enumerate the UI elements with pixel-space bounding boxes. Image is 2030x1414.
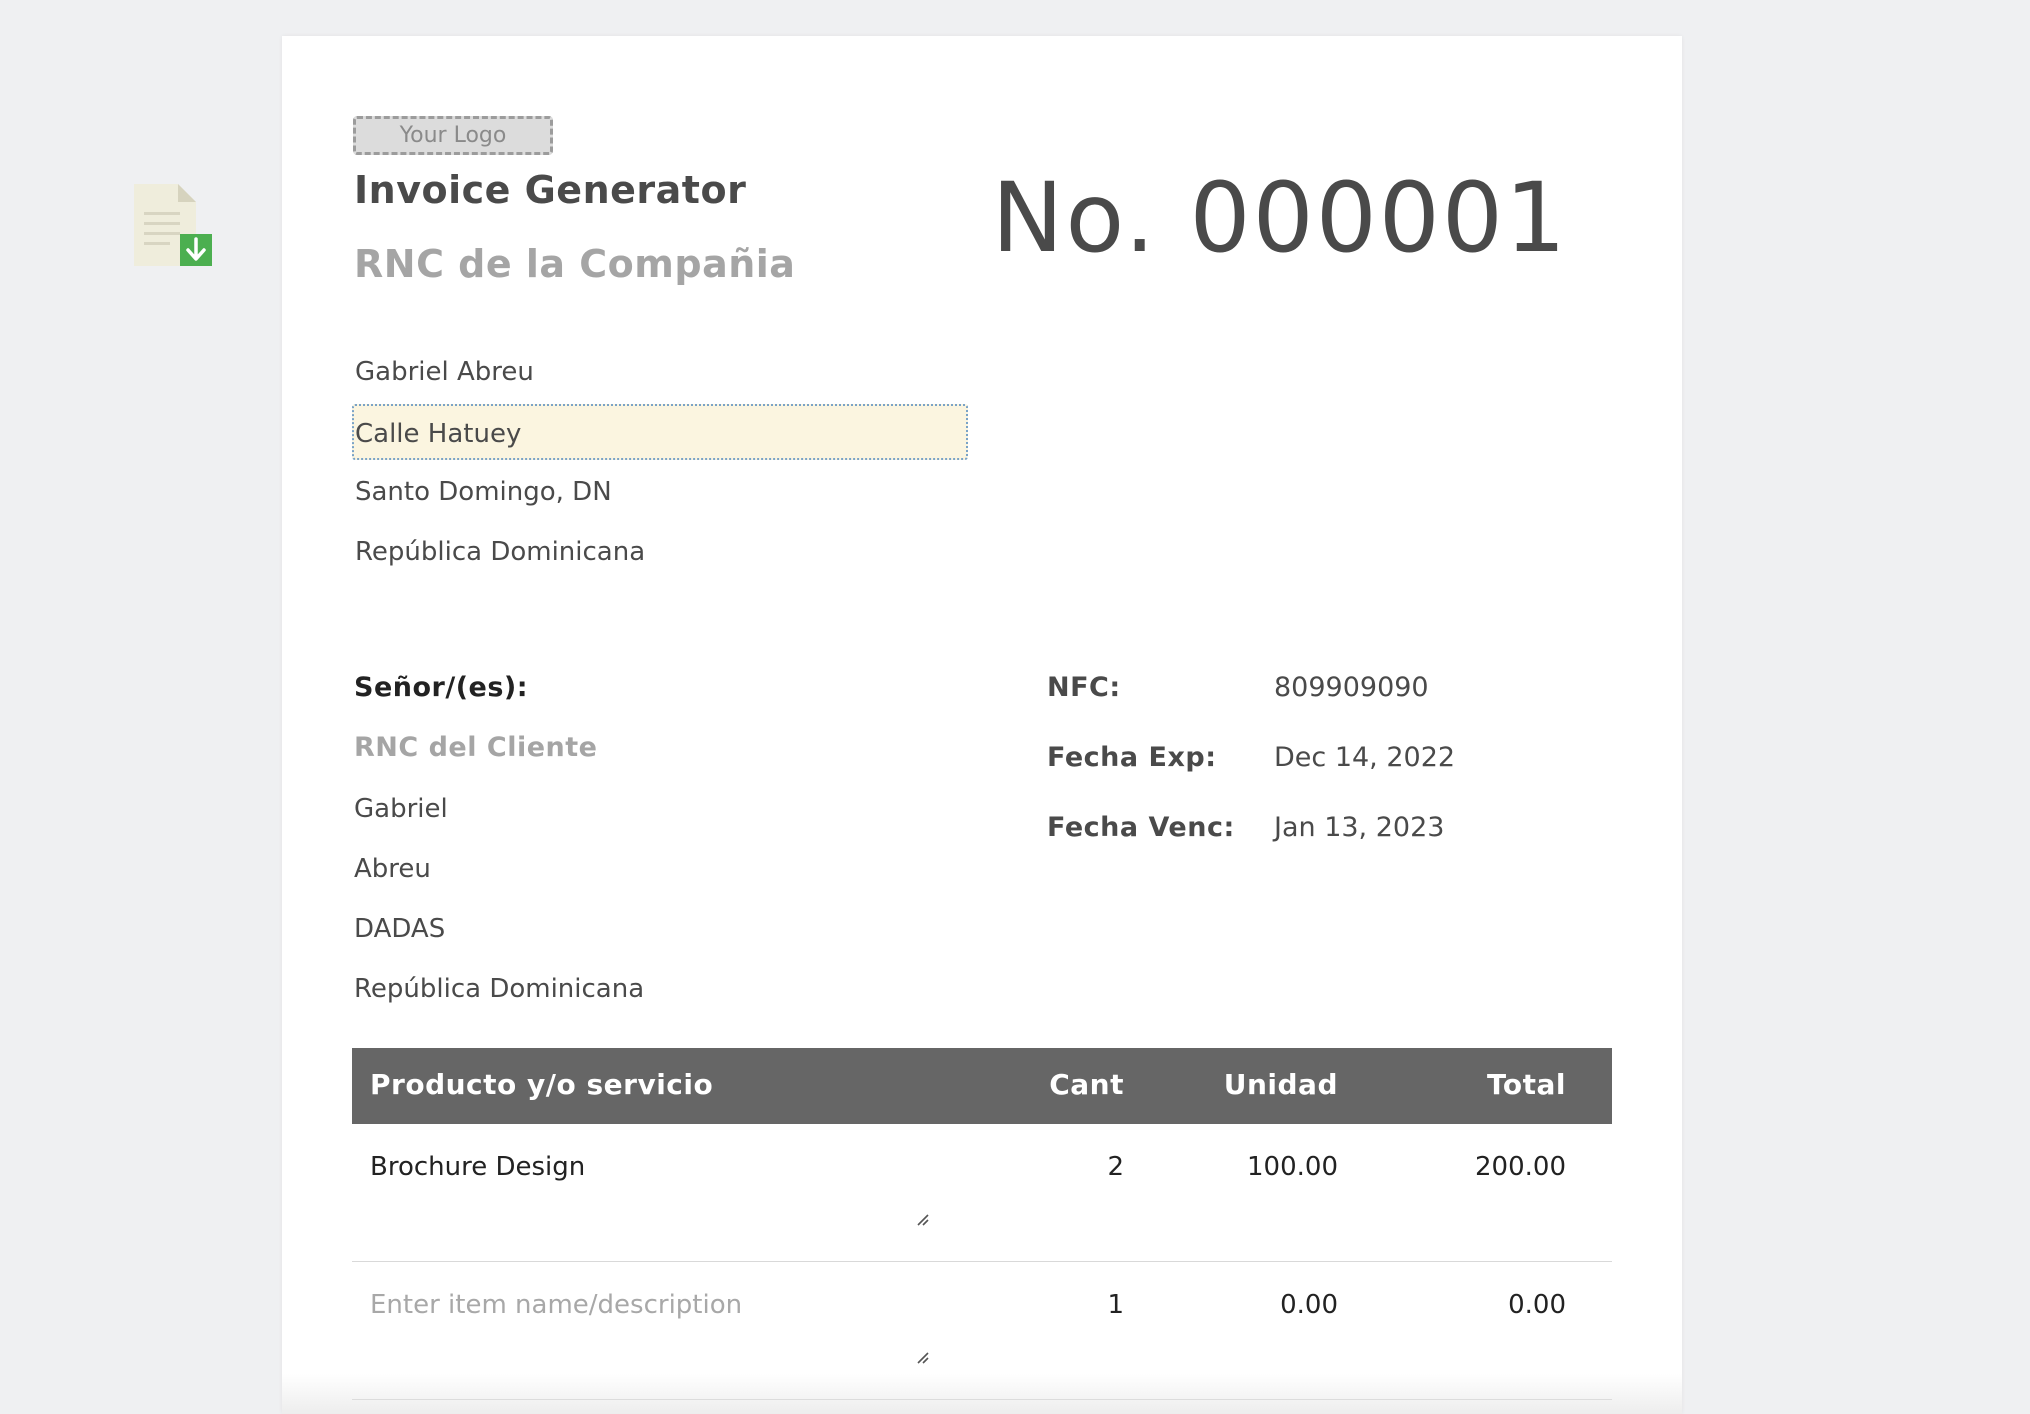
item-total: 200.00	[1475, 1152, 1566, 1182]
invoice-number[interactable]: No. 000001	[992, 162, 1568, 274]
items-table: Producto y/o servicio Cant Unidad Total …	[352, 1048, 1612, 1400]
issue-date-label: Fecha Exp:	[1047, 742, 1217, 773]
client-line-4[interactable]: República Dominicana	[354, 974, 644, 1004]
company-address-line-2[interactable]: Calle Hatuey	[352, 404, 968, 460]
client-label: Señor/(es):	[354, 672, 529, 703]
client-line-2[interactable]: Abreu	[354, 854, 431, 884]
item-description-input[interactable]: Enter item name/description	[370, 1290, 742, 1320]
textarea-resize-icon[interactable]	[914, 1204, 930, 1226]
table-row: Enter item name/description 1 0.00 0.00	[352, 1262, 1612, 1400]
nfc-label: NFC:	[1047, 672, 1121, 703]
file-download-icon[interactable]	[134, 184, 212, 266]
company-address-line-4[interactable]: República Dominicana	[354, 524, 970, 580]
issue-date-value[interactable]: Dec 14, 2022	[1274, 742, 1455, 773]
logo-upload-box[interactable]: Your Logo	[353, 116, 553, 155]
header-unit: Unidad	[1223, 1068, 1338, 1101]
item-unit-input[interactable]: 0.00	[1280, 1290, 1338, 1320]
header-product: Producto y/o servicio	[370, 1068, 714, 1101]
company-address-line-3[interactable]: Santo Domingo, DN	[354, 464, 970, 520]
item-unit-input[interactable]: 100.00	[1247, 1152, 1338, 1182]
items-table-header: Producto y/o servicio Cant Unidad Total	[352, 1048, 1612, 1124]
company-rnc-field[interactable]: RNC de la Compañia	[354, 242, 795, 286]
client-rnc-field[interactable]: RNC del Cliente	[354, 732, 597, 763]
due-date-label: Fecha Venc:	[1047, 812, 1235, 843]
header-total: Total	[1487, 1068, 1566, 1101]
table-row: Brochure Design 2 100.00 200.00	[352, 1124, 1612, 1262]
item-description-input[interactable]: Brochure Design	[370, 1152, 585, 1182]
item-qty-input[interactable]: 1	[1107, 1290, 1124, 1320]
company-address-line-1[interactable]: Gabriel Abreu	[354, 344, 970, 400]
nfc-value[interactable]: 809909090	[1274, 672, 1429, 703]
item-qty-input[interactable]: 2	[1107, 1152, 1124, 1182]
client-line-3[interactable]: DADAS	[354, 914, 445, 944]
client-line-1[interactable]: Gabriel	[354, 794, 448, 824]
textarea-resize-icon[interactable]	[914, 1342, 930, 1364]
header-qty: Cant	[1049, 1068, 1124, 1101]
item-total: 0.00	[1508, 1290, 1566, 1320]
company-name-field[interactable]: Invoice Generator	[354, 168, 746, 212]
invoice-paper: Your Logo Invoice Generator RNC de la Co…	[282, 36, 1682, 1414]
due-date-value[interactable]: Jan 13, 2023	[1274, 812, 1444, 843]
